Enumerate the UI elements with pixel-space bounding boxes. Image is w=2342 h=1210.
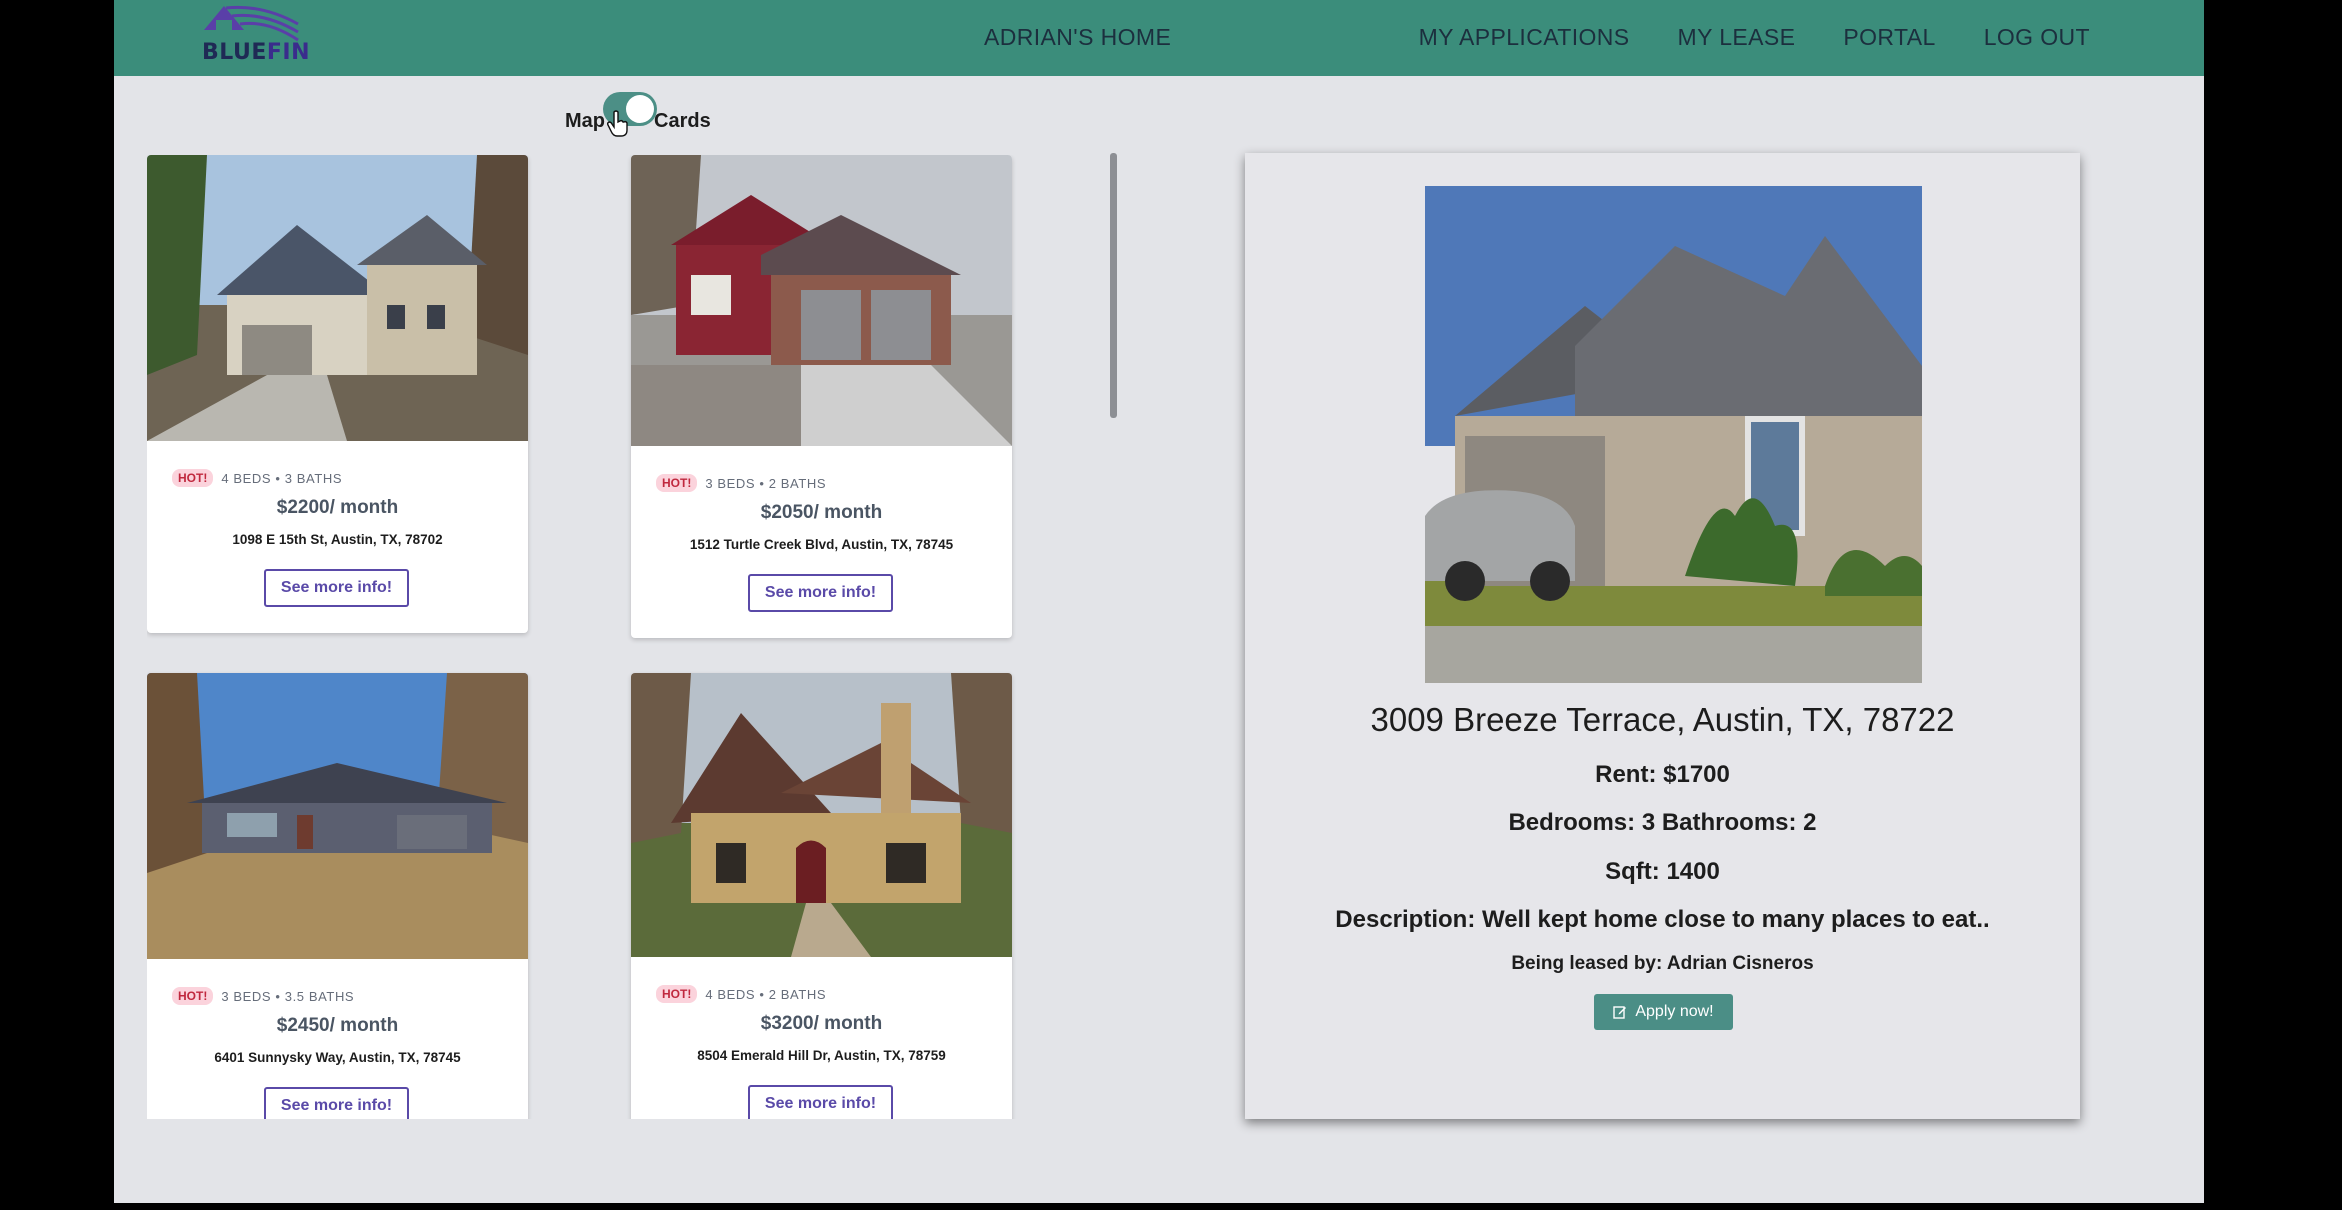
- listing-price: $2450/ month: [276, 1015, 399, 1036]
- see-more-info-button[interactable]: See more info!: [264, 1087, 409, 1119]
- detail-description: Description: Well kept home close to man…: [1335, 906, 1990, 933]
- see-more-info-button[interactable]: See more info!: [748, 574, 893, 612]
- house-photo: [147, 155, 528, 441]
- listing-card: HOT! 4 BEDS • 2 BATHS $3200/ month 8504 …: [631, 673, 1012, 1119]
- hand-pointer-icon: [607, 110, 628, 137]
- listing-price: $2200/ month: [276, 497, 399, 518]
- card-meta: HOT! 3 BEDS • 2 BATHS: [656, 474, 826, 492]
- nav-my-applications[interactable]: MY APPLICATIONS: [1419, 24, 1630, 51]
- listing-cards-panel[interactable]: HOT! 4 BEDS • 3 BATHS $2200/ month 1098 …: [147, 155, 1157, 1119]
- hot-badge: HOT!: [172, 987, 214, 1005]
- top-navbar: BLUEFIN ADRIAN'S HOME MY APPLICATIONS MY…: [114, 0, 2204, 76]
- card-meta: HOT! 4 BEDS • 3 BATHS: [172, 469, 342, 487]
- hot-badge: HOT!: [656, 474, 698, 492]
- switch-knob: [626, 95, 654, 123]
- house-photo: [631, 673, 1012, 957]
- listing-address: 6401 Sunnysky Way, Austin, TX, 78745: [214, 1050, 461, 1065]
- apply-now-button[interactable]: Apply now!: [1594, 994, 1733, 1030]
- house-photo: [1425, 186, 1922, 683]
- detail-sqft: Sqft: 1400: [1605, 858, 1720, 885]
- beds-baths: 4 BEDS • 3 BATHS: [221, 470, 343, 486]
- house-photo: [147, 673, 528, 959]
- toggle-label-cards: Cards: [654, 110, 711, 132]
- beds-baths: 3 BEDS • 2 BATHS: [705, 475, 827, 491]
- see-more-info-button[interactable]: See more info!: [748, 1085, 893, 1119]
- listing-scrollbar-thumb[interactable]: [1110, 153, 1117, 418]
- listing-price: $3200/ month: [760, 1013, 883, 1034]
- detail-leased-by: Being leased by: Adrian Cisneros: [1511, 953, 1814, 974]
- toggle-label-map: Map: [565, 110, 605, 132]
- nav-log-out[interactable]: LOG OUT: [1984, 24, 2090, 51]
- beds-baths: 4 BEDS • 2 BATHS: [705, 986, 827, 1002]
- nav-links: MY APPLICATIONS MY LEASE PORTAL LOG OUT: [1419, 24, 2090, 51]
- logo-wordmark: BLUEFIN: [202, 40, 310, 65]
- listing-card: HOT! 4 BEDS • 3 BATHS $2200/ month 1098 …: [147, 155, 528, 633]
- nav-my-lease[interactable]: MY LEASE: [1678, 24, 1796, 51]
- hot-badge: HOT!: [656, 985, 698, 1003]
- see-more-info-button[interactable]: See more info!: [264, 569, 409, 607]
- listing-price: $2050/ month: [760, 502, 883, 523]
- listing-address: 1098 E 15th St, Austin, TX, 78702: [232, 532, 443, 547]
- house-photo: [631, 155, 1012, 446]
- detail-rent: Rent: $1700: [1595, 761, 1730, 788]
- listing-address: 8504 Emerald Hill Dr, Austin, TX, 78759: [697, 1048, 946, 1063]
- beds-baths: 3 BEDS • 3.5 BATHS: [221, 988, 355, 1004]
- hot-badge: HOT!: [172, 469, 214, 487]
- edit-icon: [1613, 1006, 1627, 1019]
- nav-home-title[interactable]: ADRIAN'S HOME: [984, 24, 1171, 51]
- nav-portal[interactable]: PORTAL: [1843, 24, 1935, 51]
- listing-address: 1512 Turtle Creek Blvd, Austin, TX, 7874…: [689, 537, 954, 552]
- apply-now-label: Apply now!: [1635, 1003, 1714, 1020]
- card-meta: HOT! 3 BEDS • 3.5 BATHS: [172, 987, 354, 1005]
- detail-address: 3009 Breeze Terrace, Austin, TX, 78722: [1370, 701, 1955, 738]
- listing-card: HOT! 3 BEDS • 3.5 BATHS $2450/ month 640…: [147, 673, 528, 1119]
- detail-rooms: Bedrooms: 3 Bathrooms: 2: [1508, 809, 1817, 836]
- listing-card: HOT! 3 BEDS • 2 BATHS $2050/ month 1512 …: [631, 155, 1012, 638]
- listing-detail-panel: 3009 Breeze Terrace, Austin, TX, 78722 R…: [1245, 153, 2080, 1119]
- bluefin-logo[interactable]: BLUEFIN: [202, 0, 322, 70]
- card-meta: HOT! 4 BEDS • 2 BATHS: [656, 985, 826, 1003]
- house-logo-icon: [204, 5, 299, 42]
- logo-text-blue: BLUE: [202, 40, 267, 65]
- app-window: BLUEFIN ADRIAN'S HOME MY APPLICATIONS MY…: [114, 0, 2204, 1203]
- logo-text-fin: FIN: [266, 40, 311, 65]
